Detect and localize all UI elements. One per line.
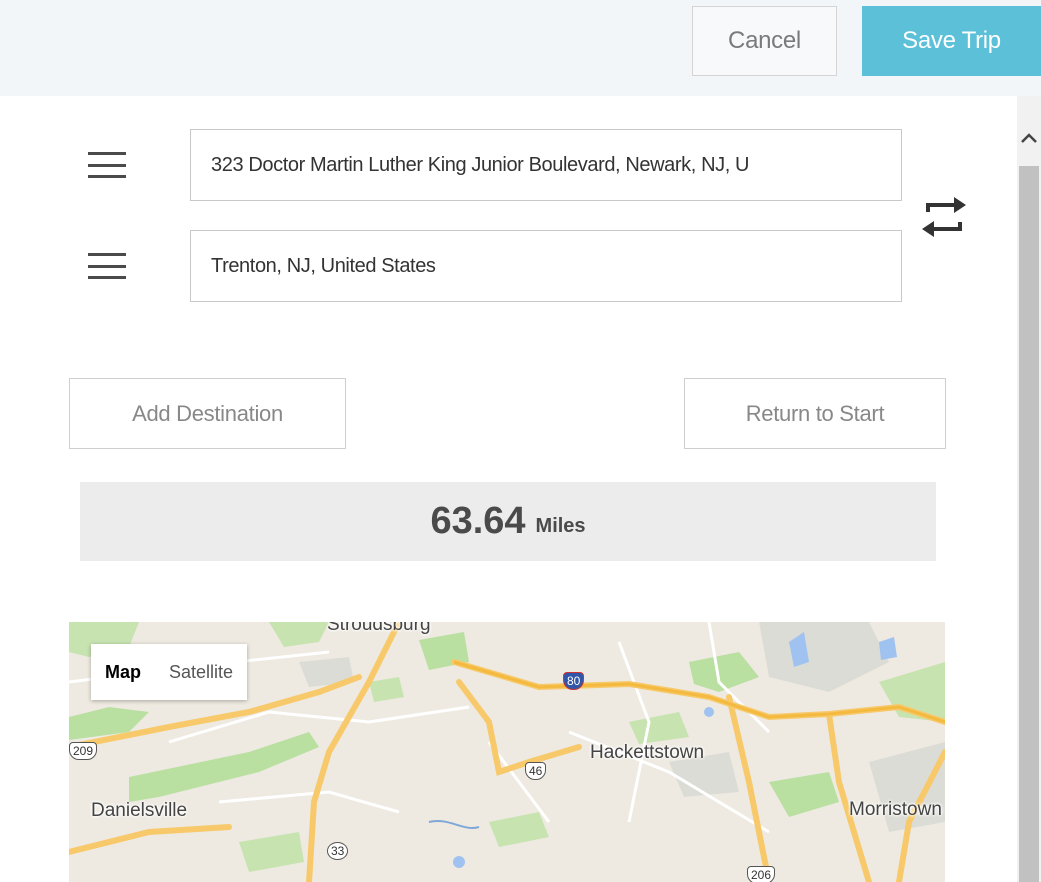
scrollbar[interactable] xyxy=(1017,96,1041,882)
route-209-shield-icon: 209 xyxy=(69,742,98,760)
top-bar: Cancel Save Trip xyxy=(0,0,1041,96)
cancel-button[interactable]: Cancel xyxy=(692,6,837,76)
distance-summary: 63.64 Miles xyxy=(80,482,936,561)
map-type-satellite-button[interactable]: Satellite xyxy=(155,662,247,683)
place-label-hackettstown: Hackettstown xyxy=(590,742,705,763)
return-to-start-button[interactable]: Return to Start xyxy=(684,378,946,449)
swap-arrows-icon[interactable] xyxy=(920,192,968,242)
add-destination-button[interactable]: Add Destination xyxy=(69,378,346,449)
drag-handle-end-hamburger-icon[interactable] xyxy=(88,253,126,279)
distance-unit: Miles xyxy=(535,515,586,537)
end-address-input[interactable] xyxy=(190,230,902,302)
map-type-control: Map Satellite xyxy=(91,644,248,700)
place-label-stroudsburg: Stroudsburg xyxy=(327,622,431,635)
place-label-morristown: Morristown xyxy=(849,799,942,820)
distance-value: 63.64 xyxy=(430,500,526,542)
route-map[interactable]: Map Satellite Stroudsburg Hackettstown D… xyxy=(69,622,945,882)
start-address-input[interactable] xyxy=(190,129,902,201)
save-trip-button[interactable]: Save Trip xyxy=(862,6,1041,76)
route-206-shield-icon: 206 xyxy=(747,866,776,882)
scrollbar-thumb[interactable] xyxy=(1019,166,1039,882)
map-type-map-button[interactable]: Map xyxy=(91,662,155,683)
place-label-danielsville: Danielsville xyxy=(91,800,188,821)
chevron-up-icon[interactable] xyxy=(1017,126,1041,150)
drag-handle-start-hamburger-icon[interactable] xyxy=(88,152,126,178)
